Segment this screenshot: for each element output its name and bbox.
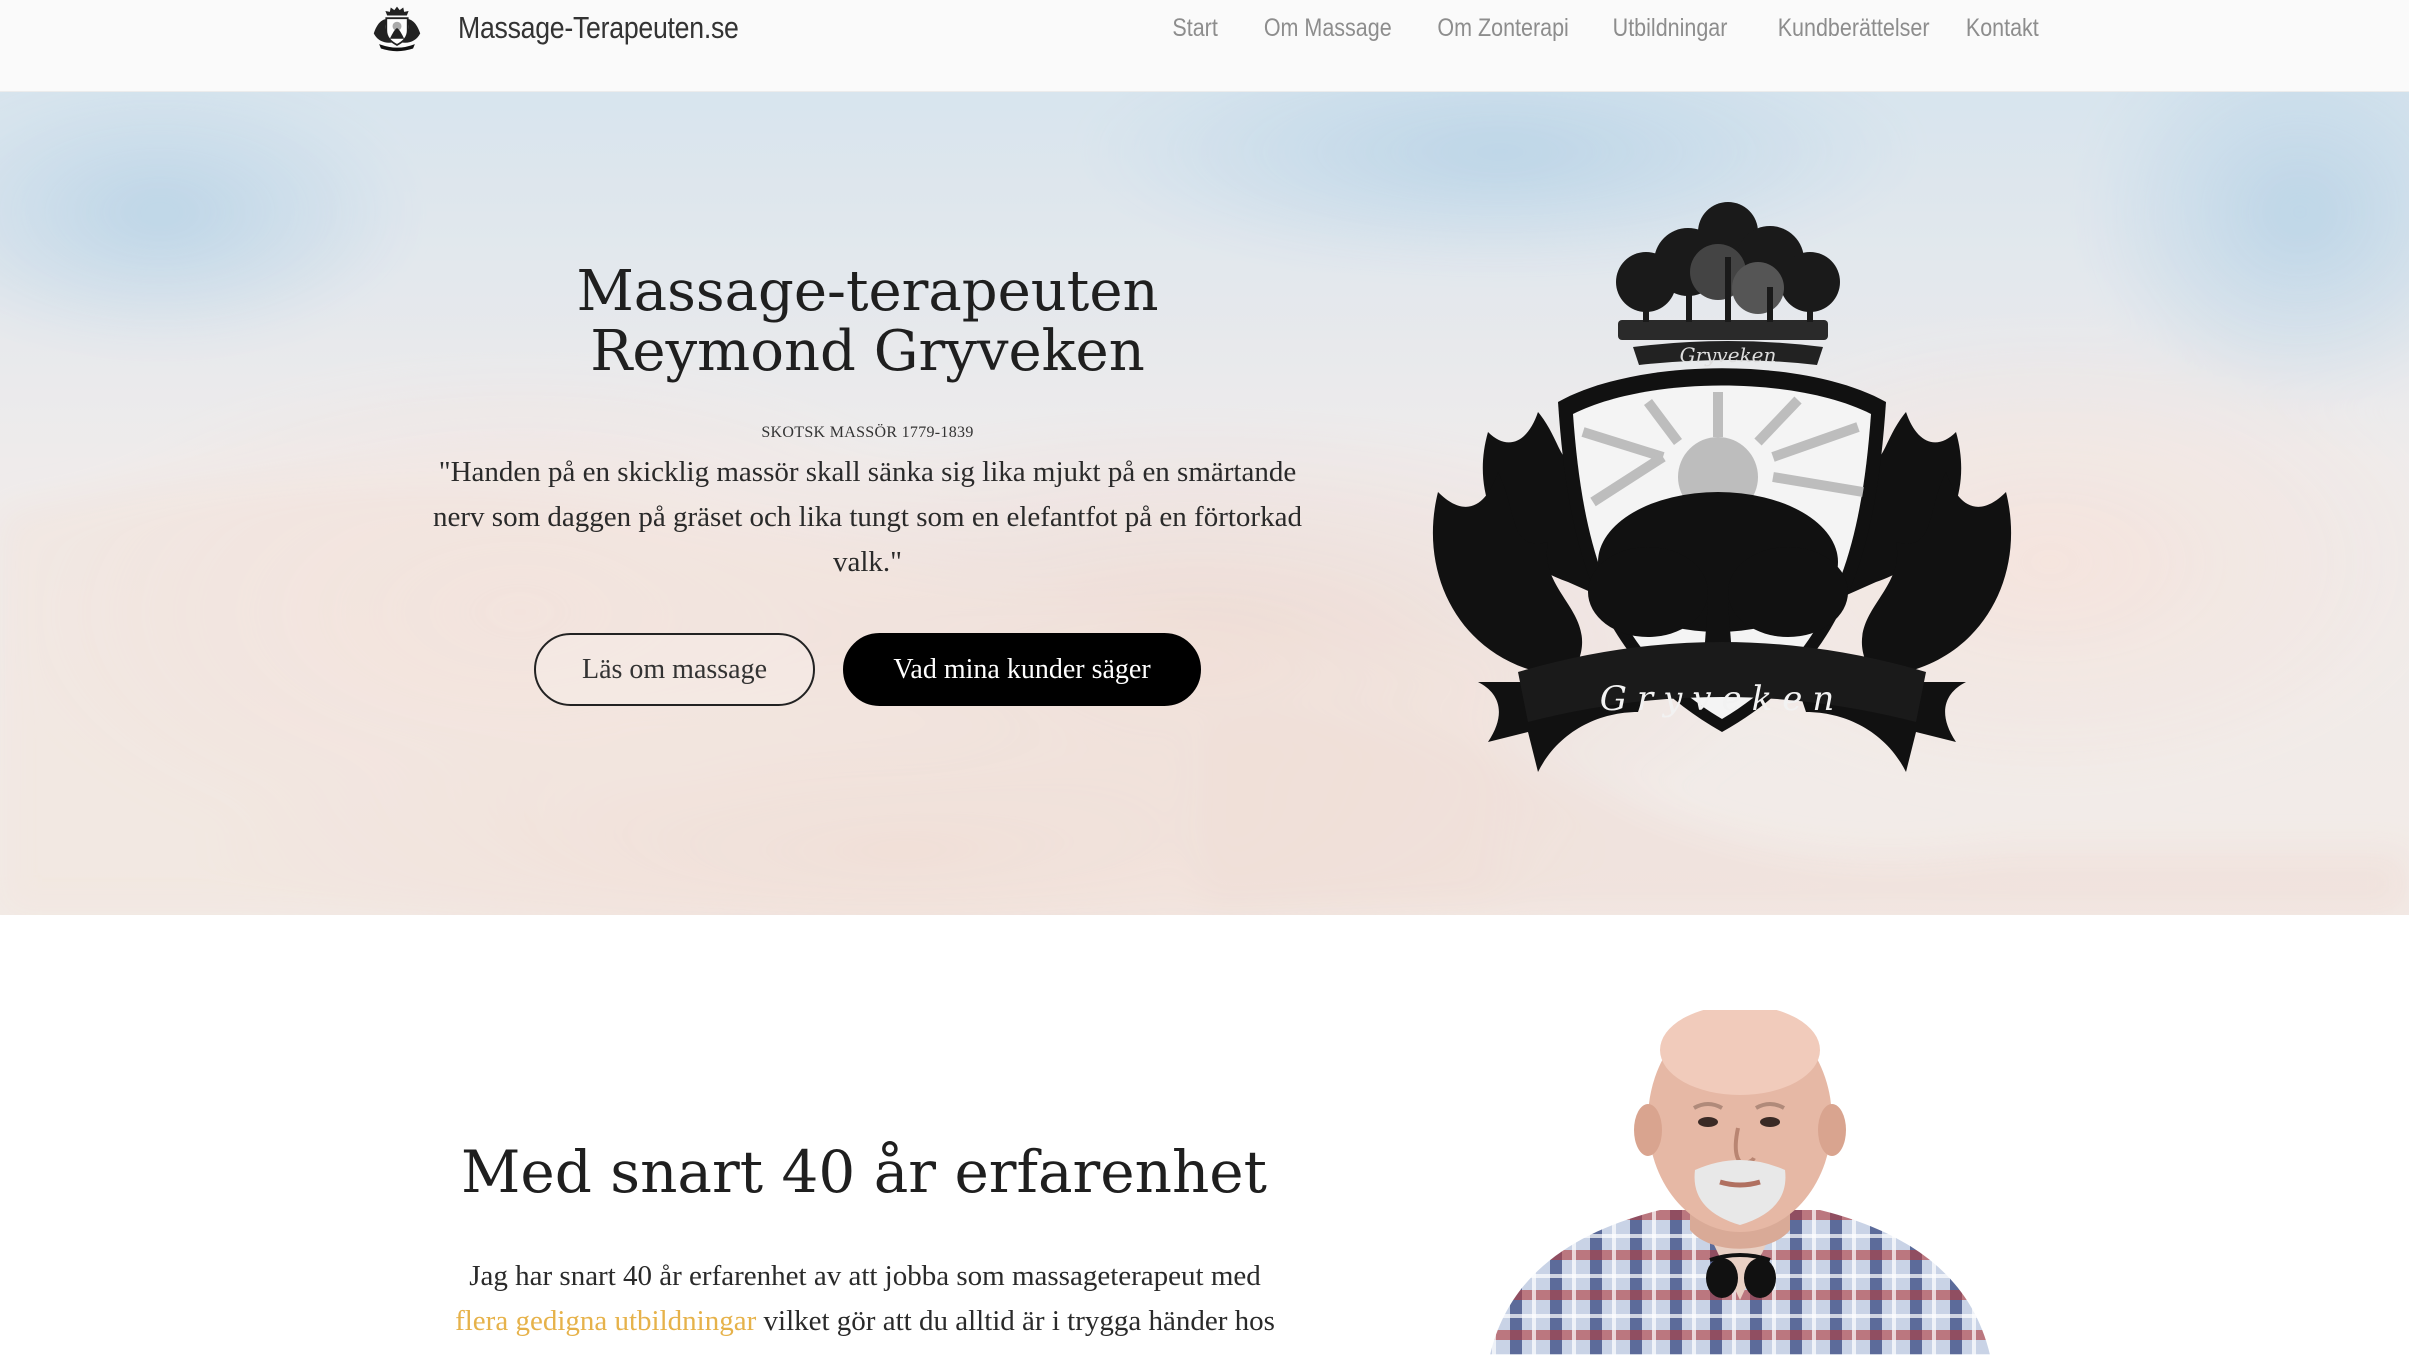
about-text-part1: Jag har snart 40 år erfarenhet av att jo… [469, 1260, 1261, 1292]
gryveken-crest-image: Gryveken Gryveken [1432, 202, 2012, 772]
portrait-image [1490, 1010, 1990, 1355]
crest-banner-bottom-text: Gryveken [1600, 679, 1845, 719]
hero-quote: "Handen på en skicklig massör skall sänk… [433, 456, 1302, 578]
nav-link-kontakt[interactable]: Kontakt [1966, 14, 2039, 43]
nav-link-kundberattelser[interactable]: Kundberättelser [1777, 14, 1929, 43]
nav-link-om-massage[interactable]: Om Massage [1264, 14, 1392, 43]
nav-link-utbildningar[interactable]: Utbildningar [1613, 14, 1728, 43]
crest-banner-top-text: Gryveken [1680, 343, 1777, 367]
hero-section: Massage-terapeuten Reymond Gryveken Skot… [0, 92, 2409, 915]
brand[interactable]: Massage-Terapeuten.se [370, 0, 784, 56]
main-nav: Start Om Massage Om Zonterapi Utbildning… [1140, 0, 2039, 56]
brand-name[interactable]: Massage-Terapeuten.se [458, 10, 739, 46]
hero-title-line2: Reymond Gryveken [590, 319, 1145, 384]
about-text: Jag har snart 40 år erfarenhet av att jo… [440, 1254, 1290, 1344]
hero-buttons: Läs om massage Vad mina kunder säger [430, 633, 1305, 706]
hero-title: Massage-terapeuten Reymond Gryveken [430, 262, 1305, 382]
about-text-part2: vilket gör att du alltid är i trygga hän… [756, 1305, 1275, 1337]
customer-stories-button[interactable]: Vad mina kunder säger [843, 633, 1201, 706]
nav-link-om-zonterapi[interactable]: Om Zonterapi [1438, 14, 1569, 43]
gryveken-crest-icon[interactable] [370, 3, 424, 53]
about-title: Med snart 40 år erfarenhet [461, 1138, 1267, 1206]
educations-link[interactable]: flera gedigna utbildningar [455, 1305, 756, 1337]
read-about-massage-button[interactable]: Läs om massage [534, 633, 815, 706]
hero-title-line1: Massage-terapeuten [576, 259, 1159, 324]
quote-source: Skotsk massör 1779-1839 [761, 424, 974, 441]
navbar: Massage-Terapeuten.se Start Om Massage O… [0, 0, 2409, 92]
nav-link-start[interactable]: Start [1172, 14, 1217, 43]
hero-text-block: Massage-terapeuten Reymond Gryveken Skot… [430, 262, 1305, 706]
